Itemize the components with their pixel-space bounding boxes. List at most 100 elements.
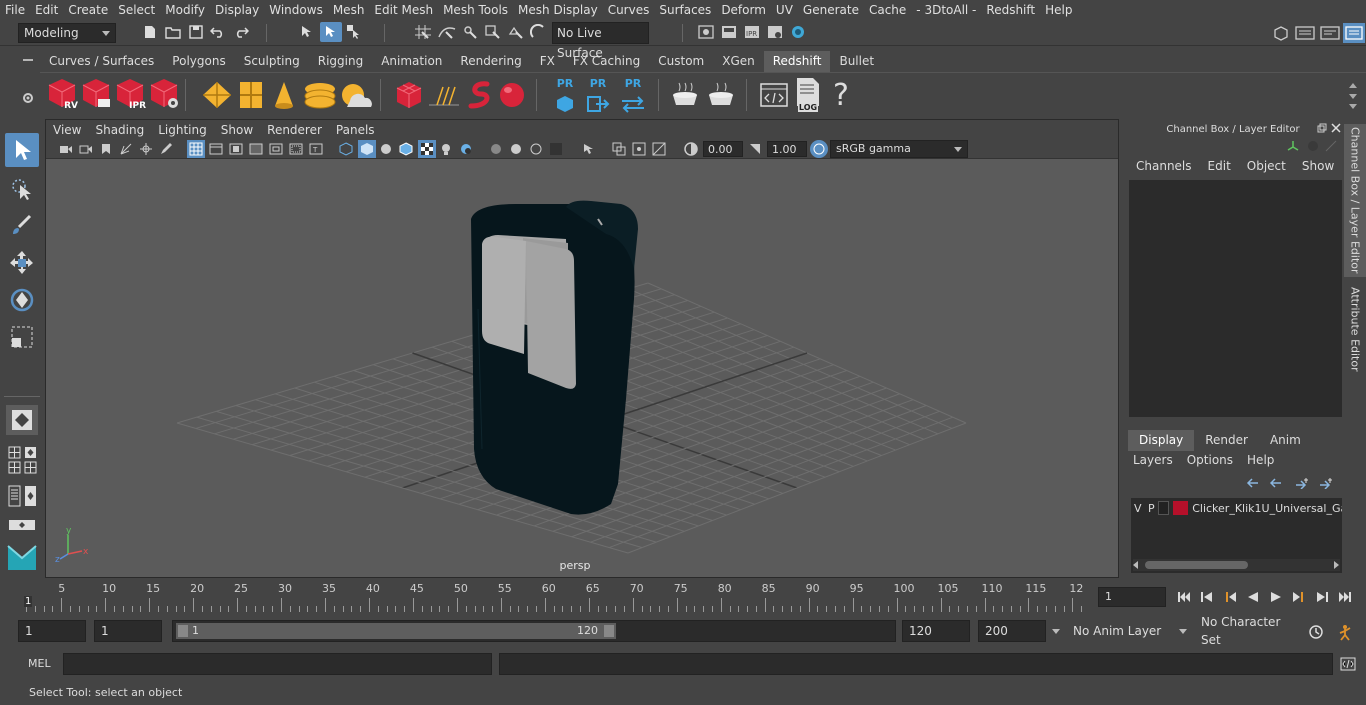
viewport-menu-renderer[interactable]: Renderer: [260, 123, 329, 137]
viewport-menu-panels[interactable]: Panels: [329, 123, 382, 137]
xray-joints-icon[interactable]: [631, 141, 647, 157]
grid-toggle-icon[interactable]: [187, 140, 205, 158]
redshift-render-view-icon[interactable]: RV: [46, 77, 78, 111]
menu-display[interactable]: Display: [210, 0, 264, 20]
layer-tab-render[interactable]: Render: [1194, 430, 1259, 451]
move-tool-icon[interactable]: [5, 246, 39, 280]
redshift-sphere-icon[interactable]: [496, 79, 528, 111]
hyper-icon[interactable]: [1324, 139, 1338, 153]
shelf-tab-bullet[interactable]: Bullet: [830, 51, 883, 72]
select-hierarchy-icon[interactable]: [298, 23, 316, 41]
wireframe-icon[interactable]: [338, 141, 354, 157]
gate-mask-icon[interactable]: [248, 141, 264, 157]
outliner-layout-icon[interactable]: [7, 484, 22, 508]
attribute-editor-side-tab[interactable]: Attribute Editor: [1344, 279, 1366, 379]
redshift-curve-icon[interactable]: [464, 79, 496, 111]
animation-end-field[interactable]: 200: [978, 620, 1046, 642]
menu-edit[interactable]: Edit: [30, 0, 63, 20]
play-forwards-icon[interactable]: [1267, 588, 1285, 606]
range-slider-handle[interactable]: 1 120: [176, 623, 616, 639]
step-back-frame-icon[interactable]: [1221, 588, 1239, 606]
viewport-menu-lighting[interactable]: Lighting: [151, 123, 214, 137]
viewport-menu-show[interactable]: Show: [214, 123, 260, 137]
viewport-menu-view[interactable]: View: [46, 123, 88, 137]
mel-input[interactable]: [63, 653, 492, 675]
textured-icon[interactable]: [418, 140, 436, 158]
xray-components-icon[interactable]: [651, 141, 667, 157]
character-set-dropdown[interactable]: No Character Set: [1196, 615, 1300, 647]
redshift-batch-render-icon[interactable]: [80, 77, 112, 111]
log-file-icon[interactable]: LOG: [792, 77, 824, 113]
shelf-menu-icon[interactable]: [20, 55, 36, 69]
float-panel-icon[interactable]: [1316, 122, 1328, 134]
select-objects-icon[interactable]: [320, 22, 342, 42]
shelf-tab-rigging[interactable]: Rigging: [309, 51, 372, 72]
channel-box-menu-channels[interactable]: Channels: [1128, 159, 1200, 173]
grease-pencil-icon[interactable]: [158, 141, 174, 157]
layer-row[interactable]: V P Clicker_Klik1U_Universal_Ga: [1131, 499, 1342, 517]
select-components-icon[interactable]: [345, 23, 363, 41]
go-to-end-icon[interactable]: [1336, 588, 1354, 606]
default-material-icon[interactable]: [378, 141, 394, 157]
auto-key-icon[interactable]: [1306, 622, 1326, 642]
move-layer-down-icon[interactable]: [1267, 476, 1283, 490]
go-to-start-icon[interactable]: [1175, 588, 1193, 606]
menu-curves[interactable]: Curves: [603, 0, 655, 20]
lasso-tool-icon[interactable]: [5, 172, 39, 206]
clicker-model[interactable]: [471, 200, 638, 515]
channel-box-menu-edit[interactable]: Edit: [1200, 159, 1239, 173]
shelf-tab-sculpting[interactable]: Sculpting: [235, 51, 309, 72]
step-forward-frame-icon[interactable]: [1290, 588, 1308, 606]
menu-mesh-display[interactable]: Mesh Display: [513, 0, 603, 20]
four-view-layout-icon[interactable]: [7, 445, 22, 459]
shadows-icon[interactable]: [458, 141, 474, 157]
pr-export-icon[interactable]: PR: [583, 77, 613, 113]
resolution-gate-icon[interactable]: [228, 141, 244, 157]
channel-box-menu-object[interactable]: Object: [1239, 159, 1294, 173]
scroll-right-icon[interactable]: [1334, 561, 1339, 569]
layer-menu-layers[interactable]: Layers: [1128, 453, 1178, 467]
menu-cache[interactable]: Cache: [864, 0, 911, 20]
pr-cube-icon[interactable]: PR: [550, 77, 580, 113]
scroll-thumb[interactable]: [1145, 561, 1248, 569]
layer-menu-help[interactable]: Help: [1242, 453, 1279, 467]
time-ticks[interactable]: 5 10 15 20 25 30 35 40 45 50 55 60 65 70 75 80 85 90 95 100…: [20, 582, 1090, 612]
current-time-marker[interactable]: 1: [24, 596, 33, 607]
motion-blur-icon[interactable]: [508, 141, 524, 157]
layer-playback-toggle[interactable]: P: [1145, 502, 1159, 515]
menu-windows[interactable]: Windows: [264, 0, 328, 20]
snap-grid-icon[interactable]: [413, 23, 433, 41]
image-plane-icon[interactable]: [118, 141, 134, 157]
layer-name[interactable]: Clicker_Klik1U_Universal_Ga: [1192, 502, 1342, 515]
redshift-hair-icon[interactable]: [426, 79, 462, 111]
shelf-scroll-icon[interactable]: [1346, 77, 1360, 113]
redshift-render-settings-icon[interactable]: [148, 77, 180, 111]
redshift-area-light-icon[interactable]: [200, 79, 234, 111]
ipr-render-icon[interactable]: IPR: [743, 23, 761, 41]
layer-type-toggle[interactable]: [1158, 501, 1169, 515]
layer-visibility-toggle[interactable]: V: [1131, 502, 1145, 515]
toggle-channel-box-icon[interactable]: [1343, 23, 1365, 43]
redo-icon[interactable]: [232, 23, 250, 41]
shelf-tab-curves-surfaces[interactable]: Curves / Surfaces: [40, 51, 163, 72]
mel-label[interactable]: MEL: [28, 657, 51, 670]
menu-select[interactable]: Select: [113, 0, 160, 20]
playback-end-field[interactable]: 120: [902, 620, 970, 642]
2d-pan-zoom-icon[interactable]: [138, 141, 154, 157]
redshift-proxy-icon[interactable]: [394, 79, 424, 111]
layer-menu-options[interactable]: Options: [1182, 453, 1238, 467]
screen-space-ao-icon[interactable]: [488, 141, 504, 157]
quad-layout-alt-icon[interactable]: [23, 460, 38, 474]
play-backwards-icon[interactable]: [1244, 588, 1262, 606]
persp-timeline-layout-icon[interactable]: [7, 518, 37, 532]
render-view-icon[interactable]: [697, 23, 715, 41]
redshift-portal-light-icon[interactable]: [236, 79, 266, 111]
bookmark-icon[interactable]: [98, 141, 114, 157]
bake-texture-icon[interactable]: [704, 79, 738, 111]
shelf-tab-polygons[interactable]: Polygons: [163, 51, 234, 72]
anti-aliasing-icon[interactable]: [528, 141, 544, 157]
camera-attributes-icon[interactable]: [78, 141, 94, 157]
shelf-settings-gear-icon[interactable]: [20, 90, 36, 106]
shelf-tab-custom[interactable]: Custom: [649, 51, 713, 72]
animation-start-field[interactable]: 1: [18, 620, 86, 642]
